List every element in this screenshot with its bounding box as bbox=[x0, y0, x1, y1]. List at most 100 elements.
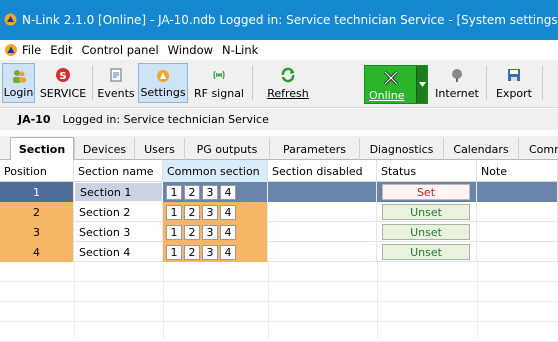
common-section-toggle[interactable]: 2 bbox=[184, 184, 200, 200]
common-section-toggle[interactable]: 2 bbox=[184, 204, 200, 220]
tab-comm[interactable]: Comm bbox=[518, 138, 558, 160]
settings-icon bbox=[157, 70, 169, 82]
device-name: JA-10 bbox=[18, 113, 51, 126]
toolbar: Login S SERVICE Events Settings RF signa… bbox=[0, 60, 558, 108]
section-disabled-cell[interactable] bbox=[268, 242, 377, 262]
service-icon: S bbox=[56, 68, 70, 82]
events-icon bbox=[110, 68, 122, 82]
refresh-button[interactable]: Refresh bbox=[260, 63, 316, 103]
table-row[interactable]: 4 Section 4 1 2 3 4 Unset bbox=[0, 242, 558, 262]
tab-calendars[interactable]: Calendars bbox=[443, 138, 518, 160]
section-name-cell[interactable]: Section 4 bbox=[74, 242, 163, 262]
rf-signal-label: RF signal bbox=[193, 87, 244, 100]
common-section-toggle[interactable]: 3 bbox=[202, 244, 218, 260]
status-button[interactable]: Set bbox=[382, 184, 470, 200]
header-note[interactable]: Note bbox=[477, 160, 558, 182]
grid-line bbox=[163, 262, 164, 338]
tab-parameters[interactable]: Parameters bbox=[269, 138, 359, 160]
common-section-toggle[interactable]: 4 bbox=[220, 204, 236, 220]
app-menu-icon[interactable] bbox=[4, 43, 18, 57]
online-connect-icon bbox=[383, 70, 399, 86]
header-common-section[interactable]: Common section bbox=[163, 160, 268, 182]
login-label: Login bbox=[3, 86, 34, 99]
grid-line bbox=[377, 262, 378, 338]
table-row[interactable]: 1 Section 1 1 2 3 4 Set bbox=[0, 182, 558, 202]
section-disabled-cell[interactable] bbox=[268, 182, 377, 202]
common-section-toggle[interactable]: 4 bbox=[220, 184, 236, 200]
status-line: JA-10 Logged in: Service technician Serv… bbox=[0, 109, 558, 130]
settings-button[interactable]: Settings bbox=[138, 63, 188, 103]
common-section-toggle[interactable]: 3 bbox=[202, 224, 218, 240]
common-section-toggle[interactable]: 2 bbox=[184, 224, 200, 240]
app-logo-icon bbox=[4, 13, 17, 26]
online-dropdown[interactable] bbox=[416, 66, 427, 103]
common-section-toggle[interactable]: 4 bbox=[220, 244, 236, 260]
common-section-toggle[interactable]: 2 bbox=[184, 244, 200, 260]
common-section-cell: 1 2 3 4 bbox=[163, 182, 268, 202]
section-disabled-cell[interactable] bbox=[268, 202, 377, 222]
menu-bar: File Edit Control panel Window N-Link bbox=[0, 40, 558, 60]
empty-row bbox=[0, 302, 558, 322]
login-users-icon bbox=[12, 70, 26, 83]
internet-label: Internet bbox=[435, 87, 479, 100]
events-button[interactable]: Events bbox=[96, 63, 136, 103]
rf-signal-button[interactable]: RF signal bbox=[191, 63, 247, 103]
note-cell[interactable] bbox=[477, 222, 558, 242]
common-section-cell: 1 2 3 4 bbox=[163, 242, 268, 262]
note-cell[interactable] bbox=[477, 242, 558, 262]
save-icon bbox=[508, 69, 520, 81]
online-button[interactable]: Online bbox=[364, 65, 428, 104]
section-name-cell[interactable]: Section 1 bbox=[74, 182, 163, 202]
tab-section[interactable]: Section bbox=[10, 137, 74, 161]
grid-line bbox=[477, 262, 478, 338]
empty-row bbox=[0, 282, 558, 302]
events-label: Events bbox=[97, 87, 135, 100]
menu-window[interactable]: Window bbox=[168, 43, 213, 57]
empty-row bbox=[0, 262, 558, 282]
header-section-disabled[interactable]: Section disabled bbox=[268, 160, 377, 182]
menu-control-panel[interactable]: Control panel bbox=[82, 43, 159, 57]
tab-users[interactable]: Users bbox=[134, 138, 184, 160]
login-button[interactable]: Login bbox=[2, 63, 35, 103]
header-section-name[interactable]: Section name bbox=[74, 160, 163, 182]
service-button[interactable]: S SERVICE bbox=[38, 63, 88, 103]
header-status[interactable]: Status bbox=[377, 160, 477, 182]
common-section-toggle[interactable]: 3 bbox=[202, 204, 218, 220]
export-label: Export bbox=[495, 87, 532, 100]
menu-file[interactable]: File bbox=[22, 43, 41, 57]
note-cell[interactable] bbox=[477, 182, 558, 202]
common-section-toggle[interactable]: 1 bbox=[166, 184, 182, 200]
section-name-cell[interactable]: Section 3 bbox=[74, 222, 163, 242]
tab-devices[interactable]: Devices bbox=[74, 138, 134, 160]
note-cell[interactable] bbox=[477, 202, 558, 222]
menu-nlink[interactable]: N-Link bbox=[222, 43, 258, 57]
menu-edit[interactable]: Edit bbox=[50, 43, 72, 57]
header-position[interactable]: Position bbox=[0, 160, 74, 182]
toolbar-separator bbox=[92, 66, 93, 100]
section-name-cell[interactable]: Section 2 bbox=[74, 202, 163, 222]
tab-pg-outputs[interactable]: PG outputs bbox=[184, 138, 269, 160]
rf-signal-icon bbox=[213, 70, 225, 80]
status-cell: Set bbox=[377, 182, 477, 202]
status-button[interactable]: Unset bbox=[382, 244, 470, 260]
export-button[interactable]: Export bbox=[492, 63, 536, 103]
section-disabled-cell[interactable] bbox=[268, 222, 377, 242]
common-section-toggle[interactable]: 1 bbox=[166, 224, 182, 240]
position-cell: 2 bbox=[0, 202, 74, 222]
common-section-toggle[interactable]: 4 bbox=[220, 224, 236, 240]
online-label: Online bbox=[369, 89, 405, 102]
grid-line bbox=[74, 262, 75, 338]
table-row[interactable]: 2 Section 2 1 2 3 4 Unset bbox=[0, 202, 558, 222]
tab-diagnostics[interactable]: Diagnostics bbox=[359, 138, 443, 160]
tab-bar: Section Devices Users PG outputs Paramet… bbox=[0, 136, 558, 161]
table-row[interactable]: 3 Section 3 1 2 3 4 Unset bbox=[0, 222, 558, 242]
toolbar-separator bbox=[542, 66, 543, 100]
common-section-toggle[interactable]: 1 bbox=[166, 204, 182, 220]
status-button[interactable]: Unset bbox=[382, 204, 470, 220]
common-section-toggle[interactable]: 3 bbox=[202, 184, 218, 200]
settings-label: Settings bbox=[140, 86, 186, 99]
status-button[interactable]: Unset bbox=[382, 224, 470, 240]
common-section-toggle[interactable]: 1 bbox=[166, 244, 182, 260]
internet-button[interactable]: Internet bbox=[432, 63, 482, 103]
toolbar-separator bbox=[486, 66, 487, 100]
